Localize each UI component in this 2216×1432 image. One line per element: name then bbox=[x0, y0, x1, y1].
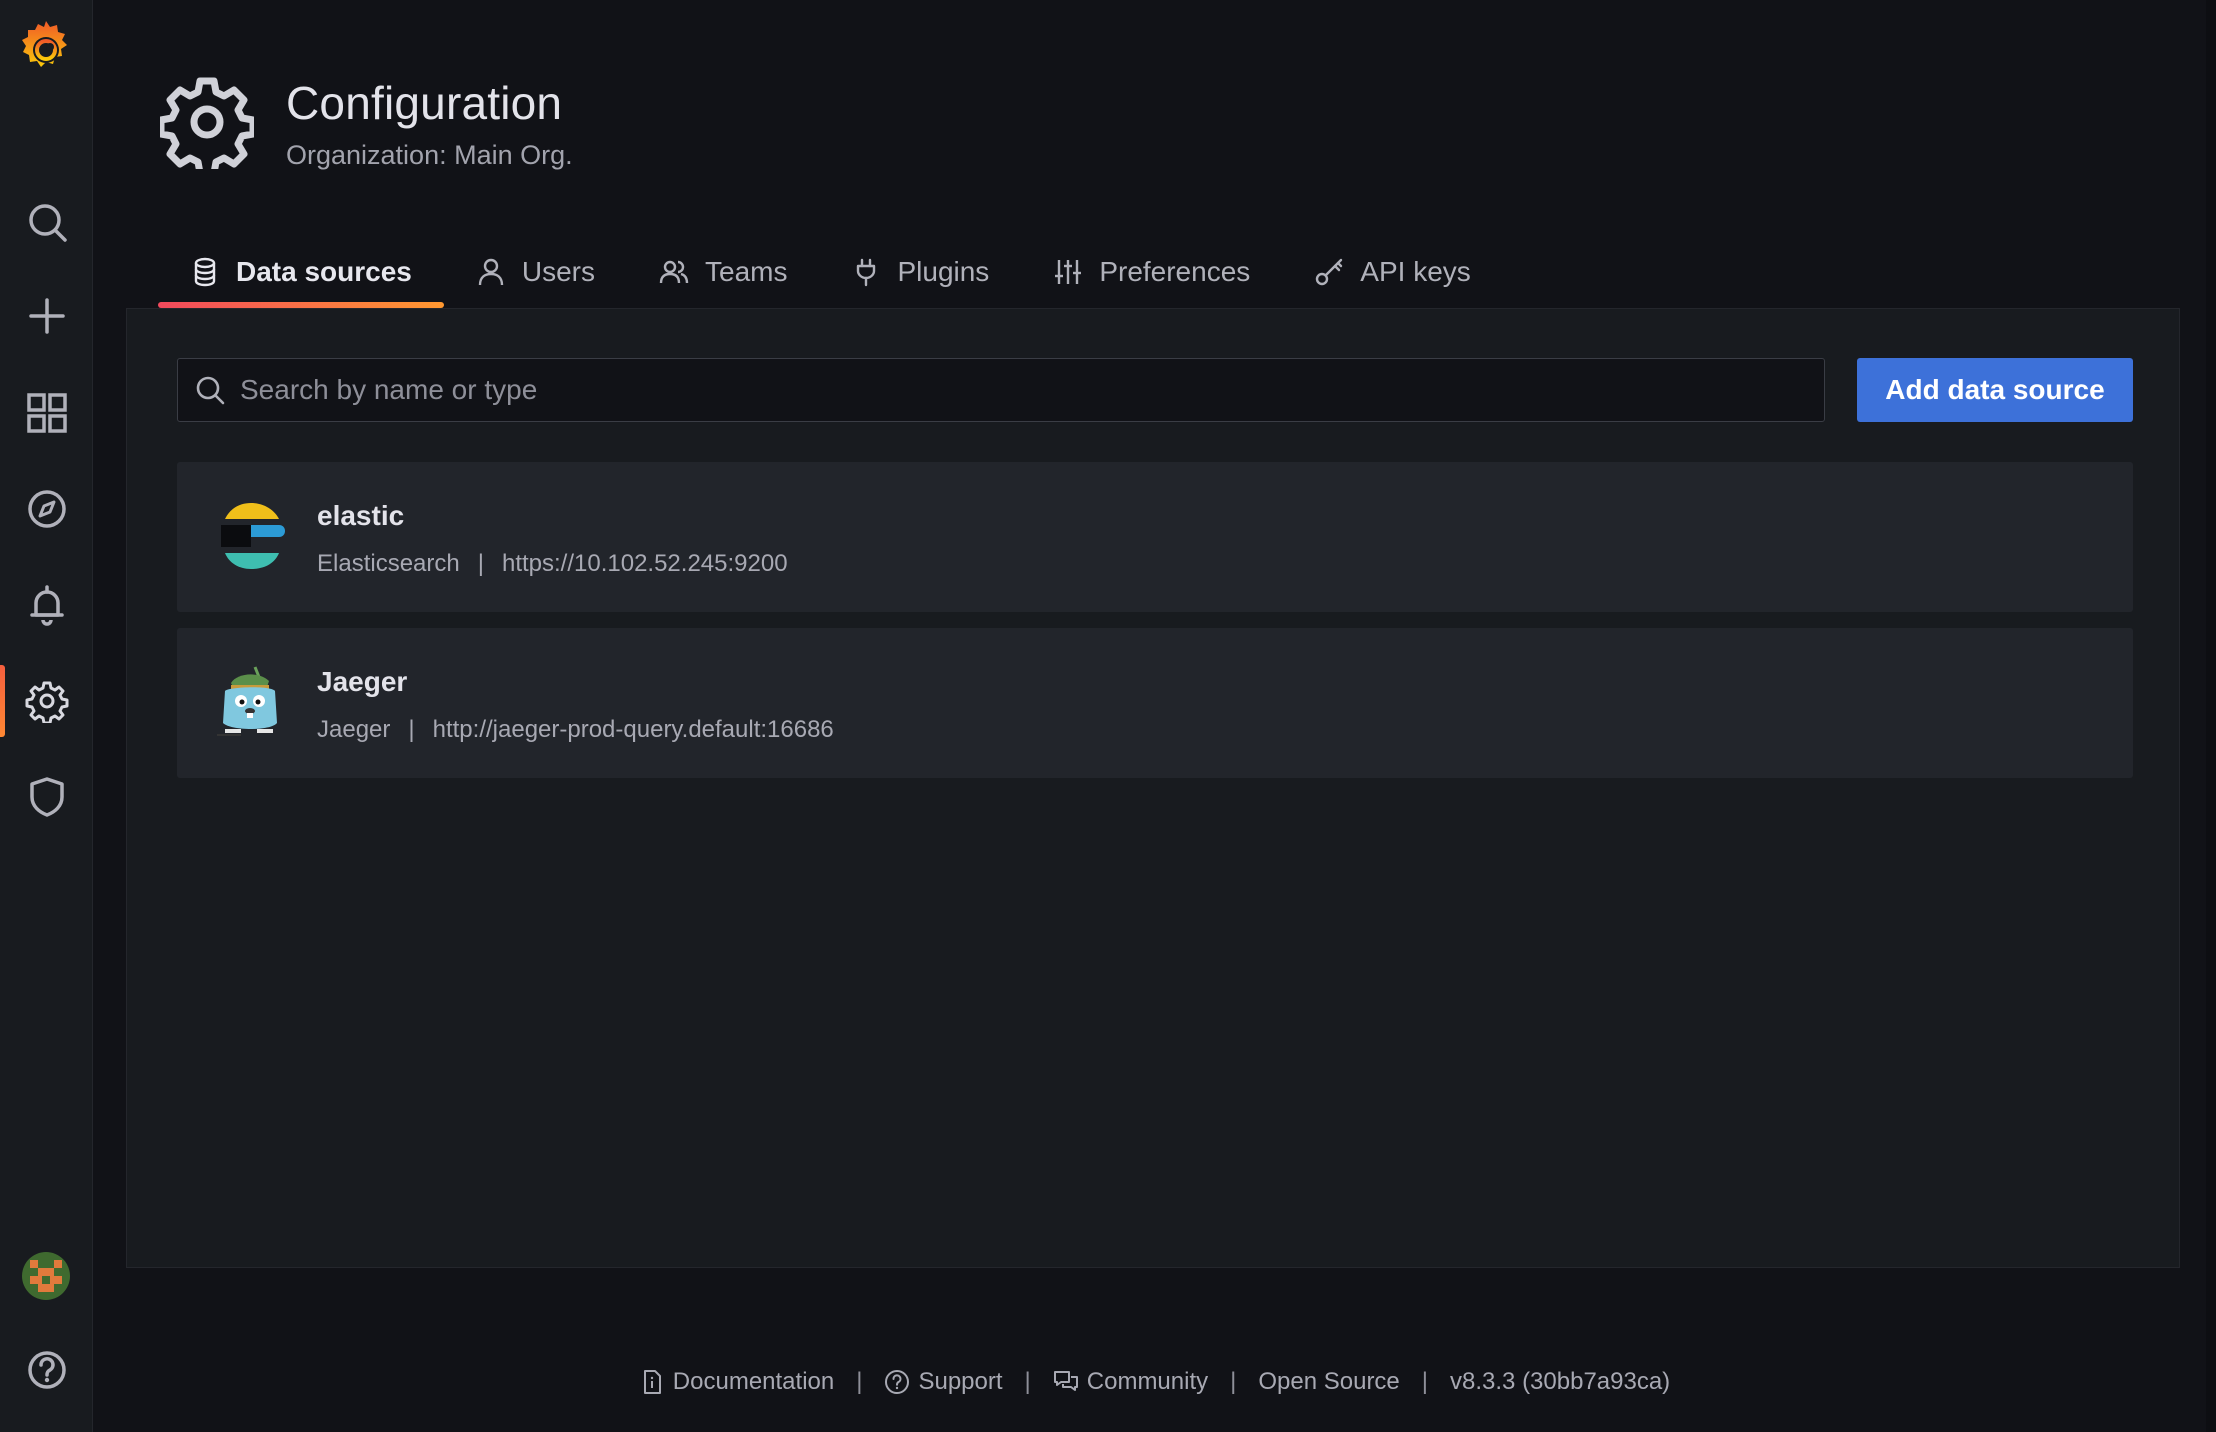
separator: | bbox=[1230, 1368, 1237, 1395]
tab-label: Users bbox=[521, 256, 595, 287]
sidebar bbox=[0, 0, 93, 1432]
tab-label: Preferences bbox=[1099, 256, 1251, 287]
footer-community-label: Community bbox=[1086, 1368, 1209, 1395]
separator: | bbox=[1421, 1368, 1429, 1395]
plug-icon bbox=[857, 258, 876, 287]
sliders-icon bbox=[1055, 260, 1082, 284]
user-icon bbox=[478, 258, 504, 286]
separator: | bbox=[477, 550, 484, 577]
add-data-source-button[interactable]: Add data source bbox=[1857, 358, 2133, 422]
datasource-type: Elasticsearch bbox=[317, 550, 460, 577]
datasource-meta: Jaeger | http://jaeger-prod-query.defaul… bbox=[317, 716, 834, 744]
footer-support-link[interactable]: Support bbox=[884, 1368, 1003, 1396]
sidebar-item-alerting[interactable] bbox=[0, 569, 93, 641]
window-edge bbox=[2206, 0, 2216, 1432]
apps-icon bbox=[26, 393, 67, 433]
footer-version-label: v8.3.3 (30bb7a93ca) bbox=[1450, 1368, 1671, 1395]
page-title: Configuration bbox=[286, 77, 563, 129]
datasource-meta: Elasticsearch | https://10.102.52.245:92… bbox=[317, 550, 788, 578]
tab-teams[interactable]: Teams bbox=[627, 236, 819, 308]
tab-users[interactable]: Users bbox=[444, 236, 627, 308]
footer-documentation-label: Documentation bbox=[672, 1368, 835, 1395]
tab-plugins[interactable]: Plugins bbox=[819, 236, 1021, 308]
jaeger-logo bbox=[211, 663, 291, 743]
users-icon bbox=[659, 260, 689, 284]
search-input[interactable] bbox=[226, 359, 1824, 421]
data-sources-panel: Add data source elastic Elasticsearch | … bbox=[126, 308, 2180, 1268]
tab-label: Plugins bbox=[897, 256, 990, 287]
datasource-card-jaeger[interactable]: Jaeger Jaeger | http://jaeger-prod-query… bbox=[177, 628, 2133, 778]
footer-support-label: Support bbox=[918, 1368, 1003, 1395]
datasource-name: Jaeger bbox=[317, 666, 408, 697]
sidebar-item-dashboards[interactable] bbox=[0, 377, 93, 449]
tab-label: API keys bbox=[1360, 256, 1471, 287]
sidebar-item-configuration[interactable] bbox=[0, 665, 93, 737]
gear-icon bbox=[25, 681, 68, 723]
footer-version-link[interactable]: v8.3.3 (30bb7a93ca) bbox=[1450, 1368, 1670, 1396]
separator: | bbox=[408, 716, 415, 743]
key-icon bbox=[1316, 258, 1343, 286]
page-subtitle: Organization: Main Org. bbox=[286, 140, 573, 170]
datasource-url: http://jaeger-prod-query.default:16686 bbox=[432, 716, 834, 743]
tab-data-sources[interactable]: Data sources bbox=[158, 236, 444, 308]
compass-icon bbox=[27, 490, 66, 528]
search-box[interactable] bbox=[177, 358, 1825, 422]
separator: | bbox=[856, 1368, 863, 1395]
avatar[interactable] bbox=[22, 1252, 70, 1300]
shield-icon bbox=[29, 777, 64, 817]
tab-label: Teams bbox=[705, 256, 788, 287]
datasource-url: https://10.102.52.245:9200 bbox=[501, 550, 788, 577]
comments-icon bbox=[1053, 1371, 1078, 1391]
bell-icon bbox=[29, 585, 64, 626]
footer-community-link[interactable]: Community bbox=[1053, 1368, 1208, 1396]
search-icon bbox=[196, 376, 225, 405]
search-icon bbox=[28, 204, 67, 242]
footer-open-source-label: Open Source bbox=[1258, 1368, 1400, 1395]
gear-icon bbox=[157, 75, 257, 177]
datasource-type: Jaeger bbox=[317, 716, 391, 743]
footer: Documentation | Support | Community | Op… bbox=[0, 1362, 2216, 1402]
datasource-card-elastic[interactable]: elastic Elasticsearch | https://10.102.5… bbox=[177, 462, 2133, 612]
footer-open-source-link[interactable]: Open Source bbox=[1258, 1368, 1399, 1396]
footer-documentation-link[interactable]: Documentation bbox=[639, 1368, 834, 1396]
config-tabs: Data sources Users Teams Plugins Prefere… bbox=[158, 236, 1503, 308]
tab-preferences[interactable]: Preferences bbox=[1021, 236, 1282, 308]
database-icon bbox=[194, 257, 216, 287]
grafana-logo-icon[interactable] bbox=[17, 17, 75, 79]
sidebar-item-search[interactable] bbox=[0, 186, 93, 258]
document-info-icon bbox=[643, 1370, 661, 1394]
tab-api-keys[interactable]: API keys bbox=[1282, 236, 1502, 308]
elasticsearch-logo bbox=[211, 497, 291, 577]
question-circle-icon bbox=[885, 1370, 910, 1394]
sidebar-item-server-admin[interactable] bbox=[0, 761, 93, 833]
plus-icon bbox=[28, 298, 65, 334]
sidebar-item-create[interactable] bbox=[0, 280, 93, 352]
tab-label: Data sources bbox=[236, 256, 412, 287]
sidebar-item-explore[interactable] bbox=[0, 473, 93, 545]
separator: | bbox=[1024, 1368, 1031, 1395]
datasource-name: elastic bbox=[317, 500, 405, 531]
